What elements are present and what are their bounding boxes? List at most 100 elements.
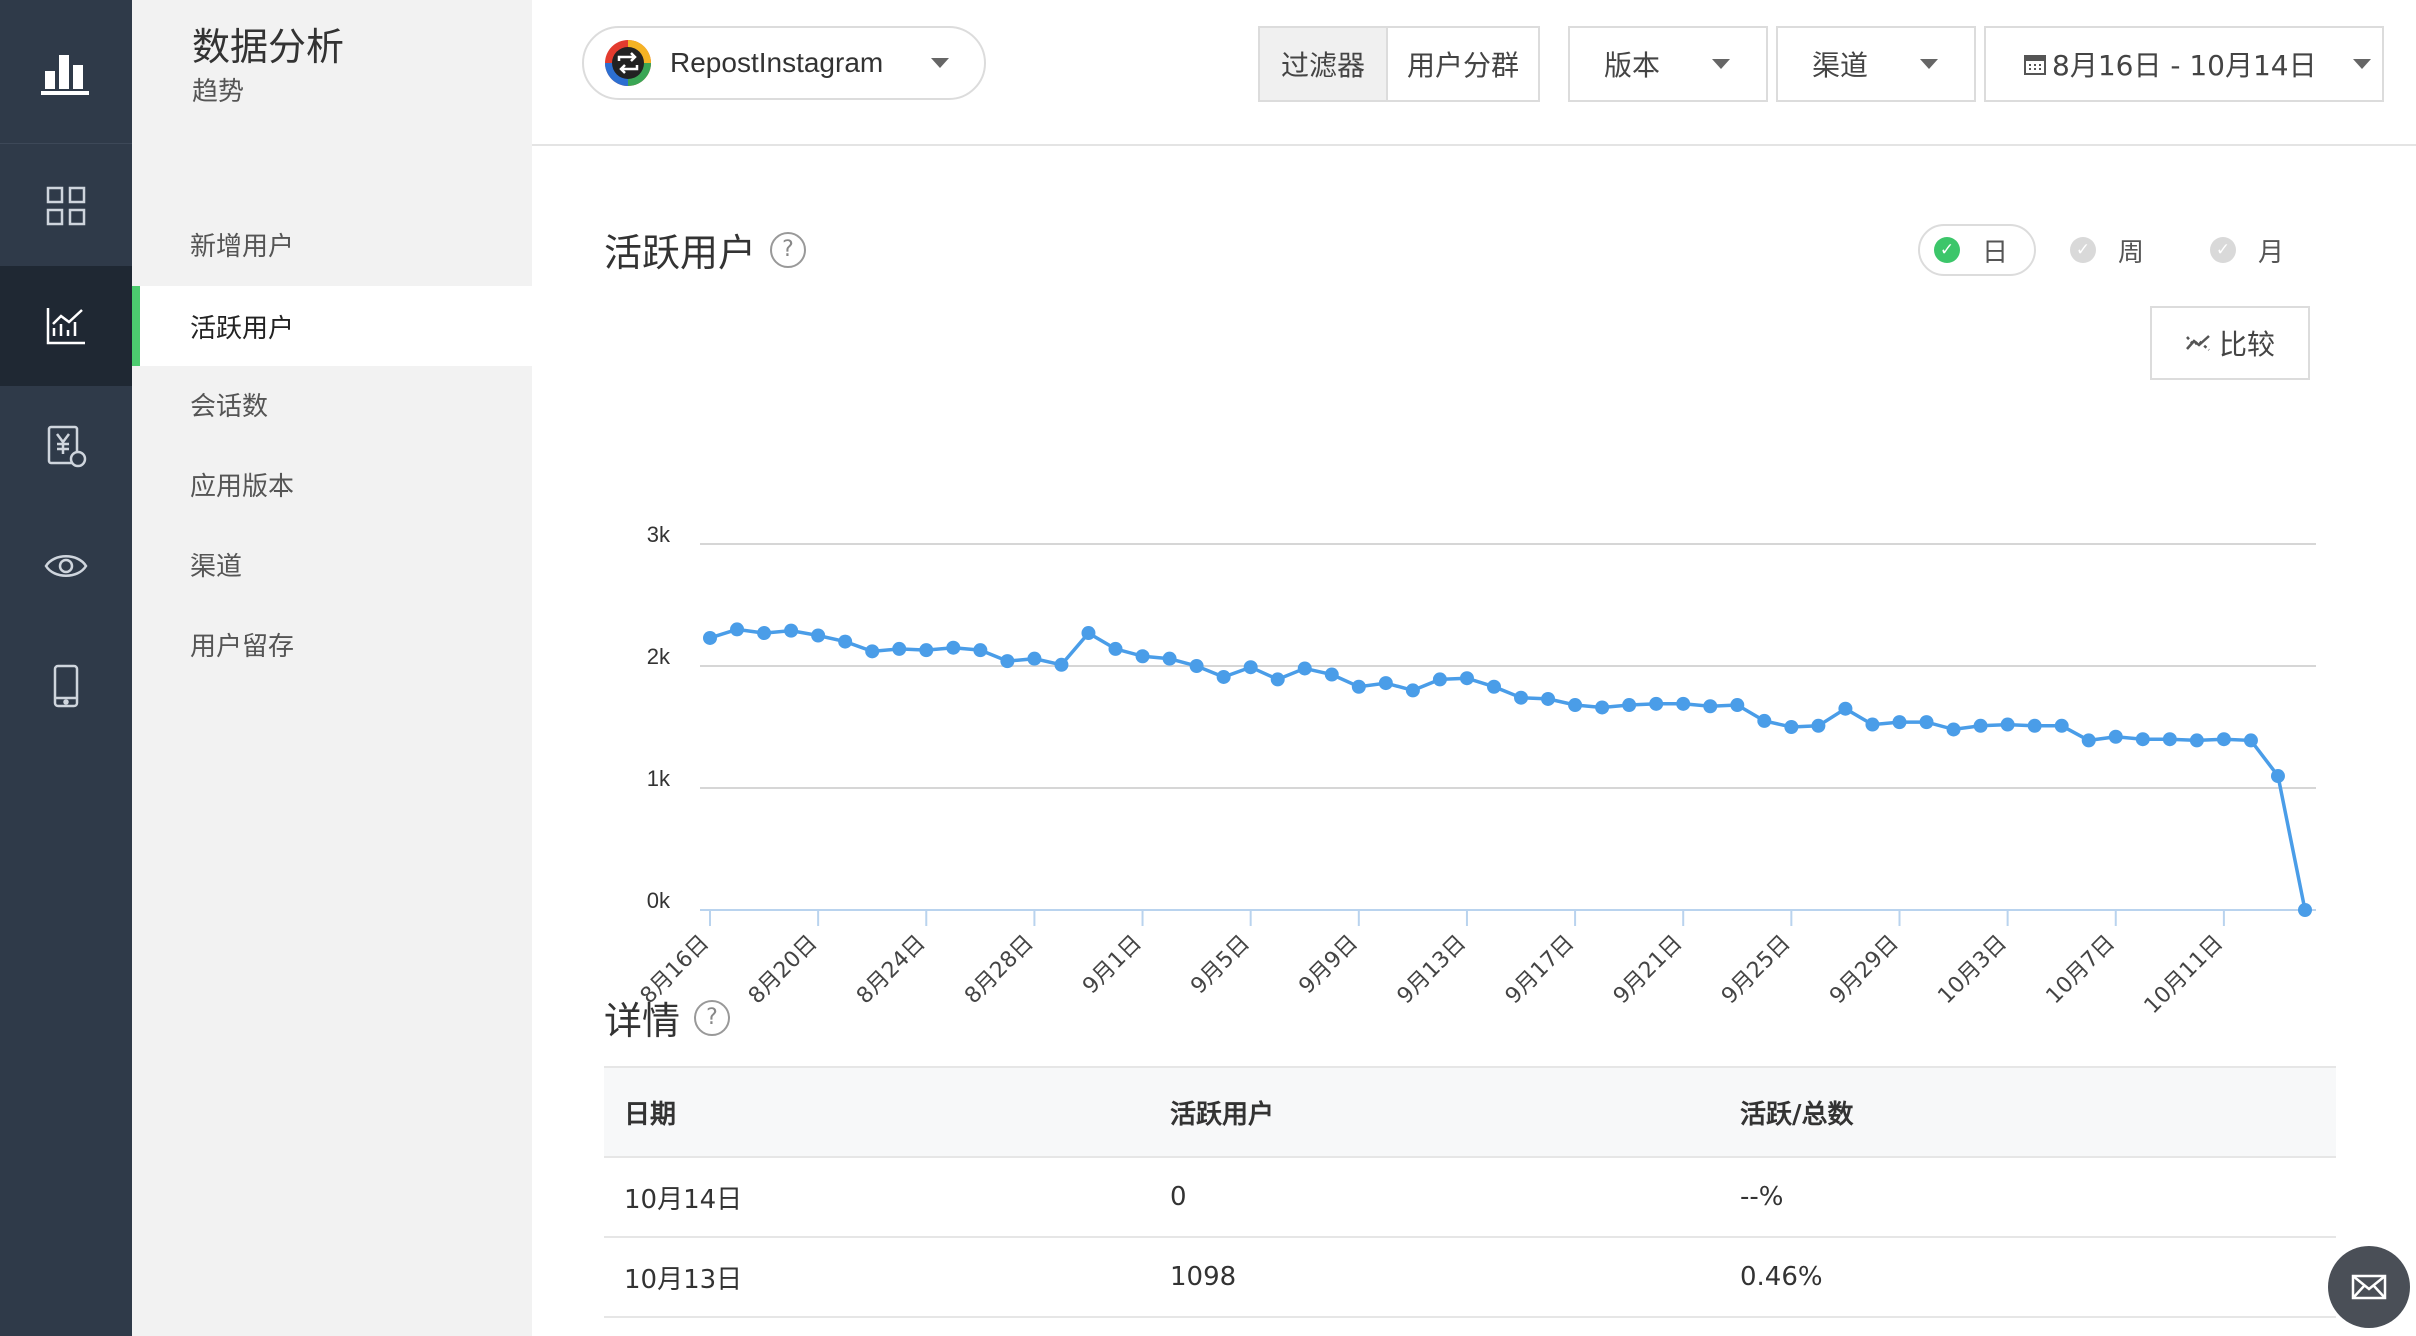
date-range-dropdown[interactable]: 8月16日 - 10月14日: [1984, 26, 2384, 102]
x-tick-label: 9月21日: [1609, 931, 1687, 1009]
period-month[interactable]: ✓ 月: [2210, 224, 2284, 276]
data-point: [1703, 699, 1718, 714]
data-point: [1243, 660, 1258, 675]
data-point: [865, 644, 880, 659]
rail-trend[interactable]: [0, 266, 132, 386]
filter-button[interactable]: 过滤器: [1258, 26, 1388, 102]
active-users-line-chart: 3k2k1k0k8月16日 8月20日 8月24日 8月28日 9月1日 9月5日 9月9日…: [636, 522, 2316, 1019]
series-line: [709, 627, 2307, 911]
data-point: [1297, 661, 1312, 676]
date-range-label: 8月16日 - 10月14日: [2052, 49, 2317, 82]
column-header-active-ratio[interactable]: 活跃/总数: [1720, 1094, 2336, 1131]
period-week[interactable]: ✓ 周: [2070, 224, 2144, 276]
data-point: [1919, 715, 1934, 730]
data-point: [1405, 683, 1420, 698]
help-icon[interactable]: ?: [770, 231, 807, 268]
column-header-active-users[interactable]: 活跃用户: [1150, 1094, 1720, 1131]
compare-icon: [2186, 335, 2210, 351]
x-tick-label: 9月5日: [1186, 931, 1255, 1000]
x-tick-label: 9月1日: [1078, 931, 1147, 1000]
main-content: 活跃用户 ? ✓ 日 ✓ 周 ✓ 月 比较 3k 2k 1k 0k 8月16日 8月20日…: [532, 148, 2416, 1336]
data-point: [2189, 733, 2204, 748]
chart-title: 活跃用户: [604, 231, 757, 275]
data-point: [1838, 701, 1853, 716]
x-tick-label: 9月13日: [1393, 931, 1471, 1009]
x-tick-label: 9月25日: [1717, 931, 1795, 1009]
y-tick-label: 0k: [647, 888, 671, 913]
data-point: [1027, 651, 1042, 666]
app-selector[interactable]: RepostInstagram: [582, 26, 986, 100]
data-point: [1595, 700, 1610, 715]
x-tick-label: 9月17日: [1501, 931, 1579, 1009]
message-button[interactable]: [2328, 1246, 2410, 1328]
eye-icon: [44, 555, 88, 577]
data-point: [1081, 626, 1096, 641]
rail-overview[interactable]: [0, 146, 132, 266]
rail-eye[interactable]: [0, 506, 132, 626]
column-header-date[interactable]: 日期: [604, 1094, 1150, 1131]
nav-active-users[interactable]: 活跃用户: [132, 286, 532, 366]
table-header-row: 日期 活跃用户 活跃/总数: [604, 1066, 2336, 1158]
data-point: [2162, 732, 2177, 747]
logo[interactable]: [0, 0, 132, 144]
data-point: [1432, 672, 1447, 687]
detail-table: 日期 活跃用户 活跃/总数 10月14日 0 --% 10月13日 1098 0…: [604, 1066, 2336, 1318]
chevron-down-icon: [2352, 59, 2371, 69]
x-tick-label: 9月9日: [1294, 931, 1363, 1000]
chart-section-header: 活跃用户 ?: [604, 222, 807, 277]
data-point: [757, 626, 772, 641]
check-icon: ✓: [2070, 237, 2096, 263]
chevron-down-icon: [931, 58, 950, 68]
section-subtitle: 趋势: [192, 77, 245, 107]
y-tick-label: 2k: [647, 644, 671, 669]
data-point: [730, 622, 745, 637]
data-point: [1162, 651, 1177, 666]
data-point: [1757, 713, 1772, 728]
data-point: [1946, 722, 1961, 737]
data-point: [811, 628, 826, 643]
period-day[interactable]: ✓ 日: [1918, 224, 2037, 276]
version-dropdown[interactable]: 版本: [1568, 26, 1768, 102]
nav-channels[interactable]: 渠道: [132, 524, 532, 604]
period-week-label: 周: [2118, 237, 2145, 268]
nav-new-users[interactable]: 新增用户: [132, 204, 532, 284]
data-point: [1541, 691, 1556, 706]
mobile-device-icon: [53, 664, 79, 708]
data-point: [919, 643, 934, 658]
data-point: [1730, 698, 1745, 713]
data-point: [1324, 667, 1339, 682]
top-bar: RepostInstagram 过滤器 用户分群 版本 渠道 8月16日 - 1…: [532, 0, 2416, 146]
mail-icon: [2351, 1274, 2387, 1300]
rail-mobile[interactable]: [0, 626, 132, 746]
overview-icon: [46, 186, 86, 226]
table-cell-active-ratio: 0.46%: [1740, 1262, 1823, 1292]
table-cell-active-ratio: --%: [1740, 1182, 1784, 1212]
data-point: [2108, 729, 2123, 744]
rail-revenue[interactable]: [0, 386, 132, 506]
sub-navigation: 数据分析 趋势 新增用户 活跃用户 会话数 应用版本 渠道 用户留存: [132, 0, 532, 1336]
nav-sessions[interactable]: 会话数: [132, 364, 532, 444]
detail-section-header: 详情 ?: [604, 990, 731, 1045]
channel-dropdown[interactable]: 渠道: [1776, 26, 1976, 102]
data-point: [1514, 690, 1529, 705]
period-day-label: 日: [1982, 237, 2009, 268]
help-icon[interactable]: ?: [694, 999, 731, 1036]
section-title: 数据分析: [192, 25, 345, 69]
data-point: [2135, 732, 2150, 747]
compare-label: 比较: [2218, 328, 2275, 361]
revenue-icon: [47, 425, 87, 468]
data-point: [838, 634, 853, 649]
nav-retention[interactable]: 用户留存: [132, 604, 532, 684]
app-name: RepostInstagram: [670, 47, 884, 78]
period-month-label: 月: [2258, 237, 2285, 268]
data-point: [1892, 715, 1907, 730]
nav-app-versions[interactable]: 应用版本: [132, 444, 532, 524]
data-point: [2000, 717, 2015, 732]
data-point: [1676, 696, 1691, 711]
table-row: 10月13日 1098 0.46%: [604, 1238, 2336, 1318]
data-point: [2027, 718, 2042, 733]
table-row: 10月14日 0 --%: [604, 1158, 2336, 1238]
data-point: [973, 643, 988, 658]
user-segment-button[interactable]: 用户分群: [1386, 26, 1540, 102]
data-point: [1865, 717, 1880, 732]
